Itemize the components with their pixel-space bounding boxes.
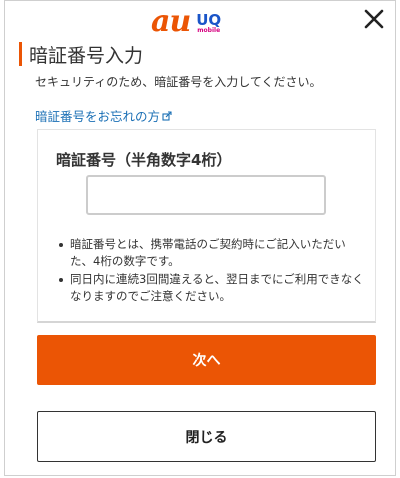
external-link-icon [162,110,172,121]
pin-entry-card: 暗証番号（半角数字4桁） 暗証番号とは、携帯電話のご契約時にご記入いただいた、4… [37,129,376,323]
note-item: 同日内に連続3回間違えると、翌日までにご利用できなくなりますのでご注意ください。 [56,271,368,305]
close-button[interactable]: 閉じる [37,411,376,462]
pin-field-label: 暗証番号（半角数字4桁） [56,151,232,169]
pin-input[interactable] [86,175,326,215]
header: au UQ mobile [5,1,395,39]
forgot-pin-link-label: 暗証番号をお忘れの方 [35,109,161,124]
forgot-pin-link[interactable]: 暗証番号をお忘れの方 [35,106,172,125]
close-icon[interactable] [363,8,385,30]
au-uq-logo: au UQ mobile [151,4,222,39]
title-accent-bar [19,42,22,66]
next-button[interactable]: 次へ [37,335,376,385]
page-title-row: 暗証番号入力 [19,41,143,67]
uq-mobile-logo: UQ mobile [196,11,222,35]
page-description: セキュリティのため、暗証番号を入力してください。 [35,75,322,89]
notes-list: 暗証番号とは、携帯電話のご契約時にご記入いただいた、4桁の数字です。 同日内に連… [56,236,368,306]
page-title: 暗証番号入力 [29,44,144,67]
dialog-frame: au UQ mobile 暗証番号入力 セキュリティのため、暗証番号を入力してく… [4,0,396,476]
uq-logo-text: UQ [196,11,222,29]
uq-logo-subtext: mobile [197,27,221,34]
note-item: 暗証番号とは、携帯電話のご契約時にご記入いただいた、4桁の数字です。 [56,236,368,270]
au-logo: au [151,4,191,39]
